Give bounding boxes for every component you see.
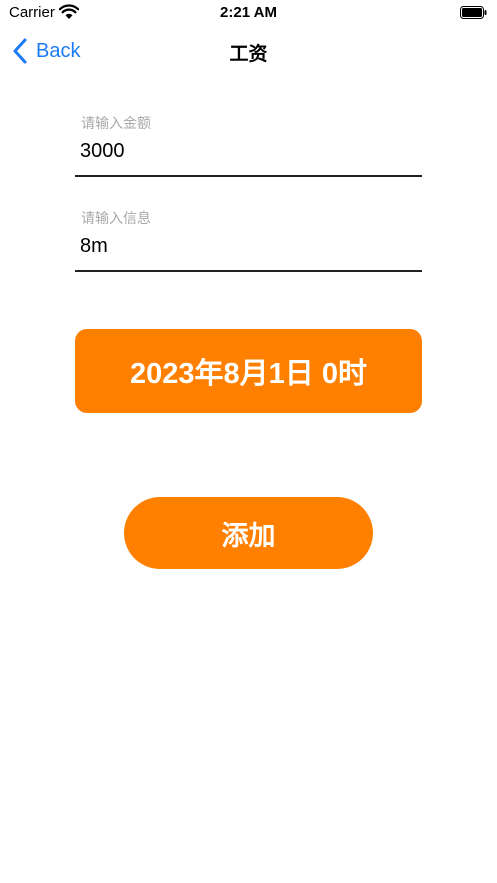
amount-underline [75,175,422,177]
info-underline [75,270,422,272]
battery-icon [460,6,487,19]
amount-input[interactable] [75,131,422,165]
info-input[interactable] [75,226,422,260]
info-field-label: 请输入信息 [81,210,151,226]
page-title: 工资 [229,44,268,65]
date-picker-button[interactable]: 2023年8月1日 0时 [75,329,422,413]
clock: 2:21 AM [220,4,277,21]
amount-field: 请输入金额 [75,113,422,177]
amount-field-label: 请输入金额 [81,115,151,131]
screen: Carrier 2:21 AM Back 工资 请输入金额 请输入信息 [0,0,497,883]
info-field: 请输入信息 [75,208,422,272]
status-bar: Carrier 2:21 AM [0,0,497,26]
add-button[interactable]: 添加 [124,497,373,569]
nav-bar: Back 工资 [0,30,497,72]
